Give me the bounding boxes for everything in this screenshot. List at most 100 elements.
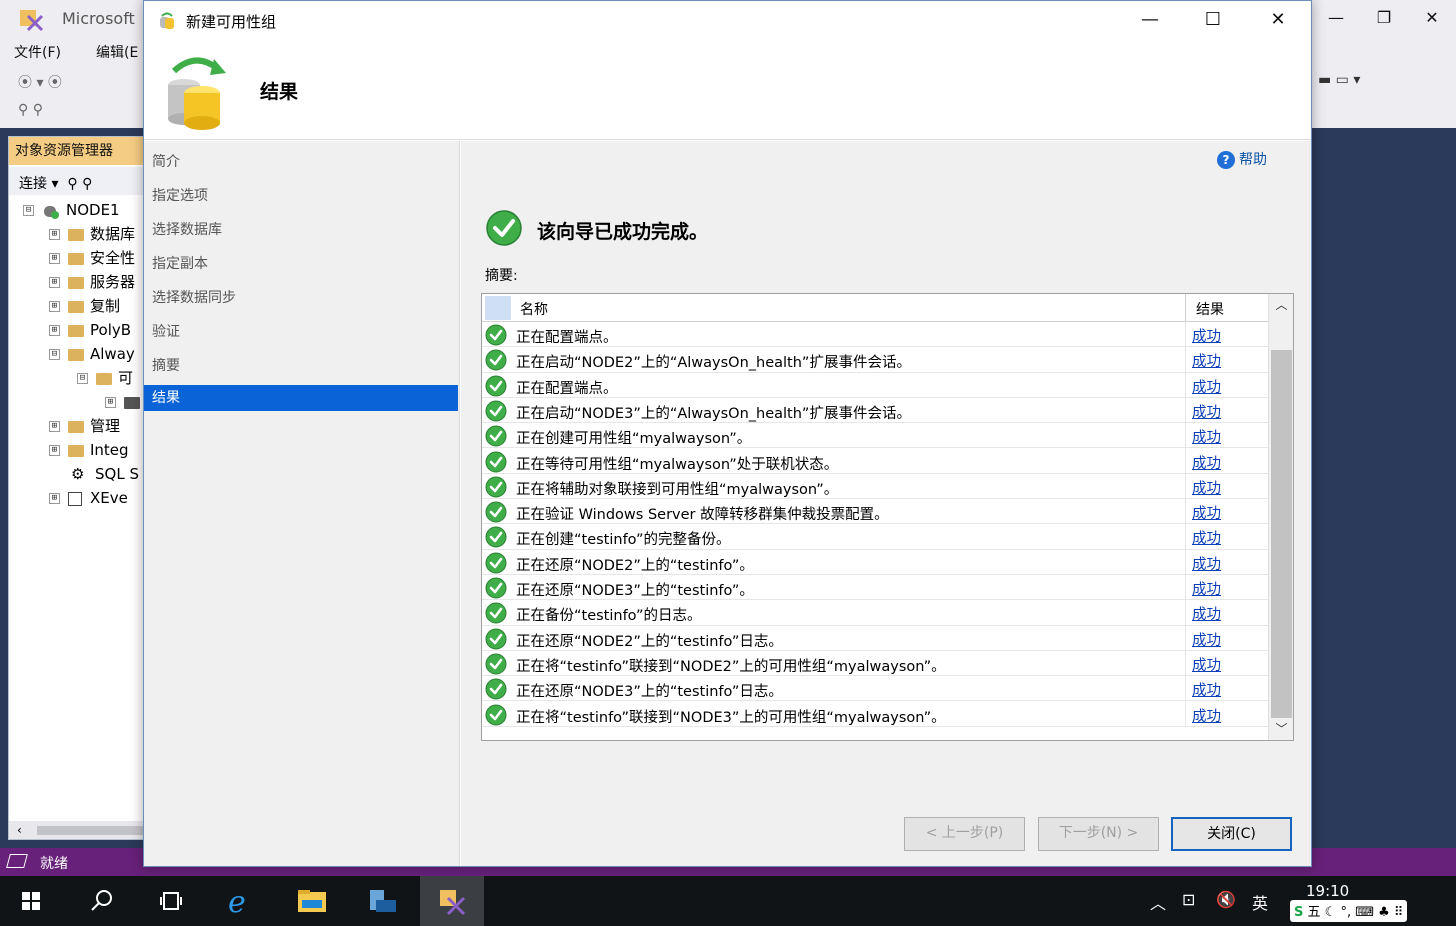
result-link[interactable]: 成功 [1192,426,1221,447]
success-check-icon [485,400,507,422]
column-name-header[interactable]: 名称 [520,299,548,319]
table-row: 正在备份“testinfo”的日志。 成功 [482,600,1268,626]
ssms-taskbar-icon[interactable] [420,876,484,926]
folder-icon [96,372,112,385]
table-row: 正在验证 Windows Server 故障转移群集仲裁投票配置。 成功 [482,499,1268,525]
object-explorer-tab[interactable]: 对象资源管理器 [9,137,149,165]
tree-node[interactable]: ⊟ Alway [49,343,135,365]
result-link[interactable]: 成功 [1192,629,1221,650]
task-view-icon[interactable] [140,876,204,926]
close-button[interactable]: 关闭(C) [1171,817,1292,851]
status-text: 就绪 [40,856,68,872]
close-icon[interactable]: ✕ [1412,6,1452,30]
column-result-header[interactable]: 结果 [1196,299,1224,319]
ssms-title: Microsoft [62,9,135,28]
tree-node[interactable]: ⊞ XEve [49,487,128,509]
tree-node[interactable]: ⊟ 可 [77,367,133,389]
tree-node[interactable]: ⊞ 数据库 [49,223,135,245]
action-name: 正在将“testinfo”联接到“NODE3”上的可用性组“myalwayson… [516,709,946,726]
action-name: 正在创建可用性组“myalwayson”。 [516,431,752,448]
result-link[interactable]: 成功 [1192,705,1221,726]
menu-edit[interactable]: 编辑(E [96,42,138,62]
tree-node[interactable]: ⊞ 安全性 [49,247,135,269]
wizard-nav: 简介 指定选项 选择数据库 指定副本 选择数据同步 验证 摘要 结果 [144,141,460,866]
nav-item-sync[interactable]: 选择数据同步 [144,285,458,311]
server-manager-icon[interactable] [350,876,414,926]
prev-button[interactable]: < 上一步(P) [904,817,1025,851]
result-link[interactable]: 成功 [1192,553,1221,574]
table-row: 正在创建“testinfo”的完整备份。 成功 [482,524,1268,550]
dialog-titlebar: 新建可用性组 — ☐ ✕ [144,1,1311,39]
back-icon[interactable]: ⦿ ▾ ⦿ [18,72,62,92]
nav-item-intro[interactable]: 简介 [144,149,458,175]
result-link[interactable]: 成功 [1192,452,1221,473]
help-link[interactable]: ? 帮助 [1217,149,1267,169]
vertical-scrollbar[interactable]: ︿ ﹀ [1268,294,1293,740]
nav-item-validation[interactable]: 验证 [144,319,458,345]
action-name: 正在启动“NODE3”上的“AlwaysOn_health”扩展事件会话。 [516,405,911,422]
success-check-icon [485,476,507,498]
toolbox-icon[interactable]: ▬ ▭ ▾ [1318,72,1360,88]
nav-item-replicas[interactable]: 指定副本 [144,251,458,277]
menu-file[interactable]: 文件(F) [14,42,61,62]
nav-item-results[interactable]: 结果 [144,385,458,411]
tray-overflow-icon[interactable]: ︿ [1150,890,1166,914]
nav-item-options[interactable]: 指定选项 [144,183,458,209]
close-icon[interactable]: ✕ [1255,5,1301,35]
table-row: 正在还原“NODE3”上的“testinfo”日志。 成功 [482,676,1268,702]
result-link[interactable]: 成功 [1192,325,1221,346]
minimize-icon[interactable]: — [1316,6,1356,30]
nav-item-databases[interactable]: 选择数据库 [144,217,458,243]
search-icon[interactable] [70,876,134,926]
nav-item-summary[interactable]: 摘要 [144,353,458,379]
windows-start-icon[interactable] [0,876,64,926]
result-link[interactable]: 成功 [1192,527,1221,548]
grid-header: 名称 结果 [482,294,1268,322]
tree-node[interactable]: ⊞ PolyB [49,319,131,341]
volume-muted-icon[interactable]: 🔇 [1216,890,1236,909]
result-link[interactable]: 成功 [1192,502,1221,523]
next-button[interactable]: 下一步(N) > [1038,817,1159,851]
tree-node[interactable]: ⊞ [105,391,146,413]
scroll-thumb[interactable] [1271,350,1292,718]
result-link[interactable]: 成功 [1192,603,1221,624]
result-link[interactable]: 成功 [1192,401,1221,422]
tree-node-server[interactable]: ⊟ NODE1 [23,199,120,221]
table-row: 正在将“testinfo”联接到“NODE3”上的可用性组“myalwayson… [482,701,1268,727]
ime-toolbar[interactable]: S 五 ☾ °, ⌨ ♣ ⠿ [1290,900,1408,922]
file-explorer-icon[interactable] [280,876,344,926]
internet-explorer-icon[interactable]: e [210,876,274,926]
result-link[interactable]: 成功 [1192,350,1221,371]
summary-label: 摘要: [485,268,518,284]
scroll-up-icon[interactable]: ︿ [1269,294,1293,316]
clock[interactable]: 19:10 [1306,882,1349,900]
tree-node[interactable]: ⊞ 管理 [49,415,120,437]
tree-node[interactable]: ⚙ SQL S [71,463,139,485]
table-row: 正在启动“NODE2”上的“AlwaysOn_health”扩展事件会话。 成功 [482,347,1268,373]
tree-node[interactable]: ⊞ Integ [49,439,129,461]
network-icon[interactable]: ⊡ [1182,890,1195,909]
result-link[interactable]: 成功 [1192,654,1221,675]
connect-button[interactable]: 连接 ▾ ⚲ ⚲ [19,173,92,193]
minimize-icon[interactable]: — [1127,5,1173,35]
action-name: 正在还原“NODE3”上的“testinfo”日志。 [516,684,783,701]
result-link[interactable]: 成功 [1192,376,1221,397]
header-corner [485,296,511,320]
connect-icon[interactable]: ⚲ ⚲ [18,102,43,118]
maximize-icon[interactable]: ☐ [1190,5,1236,35]
success-check-icon [485,501,507,523]
table-row: 正在等待可用性组“myalwayson”处于联机状态。 成功 [482,448,1268,474]
action-name: 正在配置端点。 [516,330,618,346]
success-check-icon [485,375,507,397]
scroll-thumb [37,826,147,835]
result-link[interactable]: 成功 [1192,578,1221,599]
input-language[interactable]: 英 [1252,890,1268,914]
result-link[interactable]: 成功 [1192,679,1221,700]
result-link[interactable]: 成功 [1192,477,1221,498]
horizontal-scrollbar[interactable]: ‹ [9,821,149,839]
success-check-icon [485,602,507,624]
tree-node[interactable]: ⊞ 复制 [49,295,120,317]
tree-node[interactable]: ⊞ 服务器 [49,271,135,293]
restore-icon[interactable]: ❐ [1364,6,1404,30]
scroll-down-icon[interactable]: ﹀ [1269,718,1293,740]
